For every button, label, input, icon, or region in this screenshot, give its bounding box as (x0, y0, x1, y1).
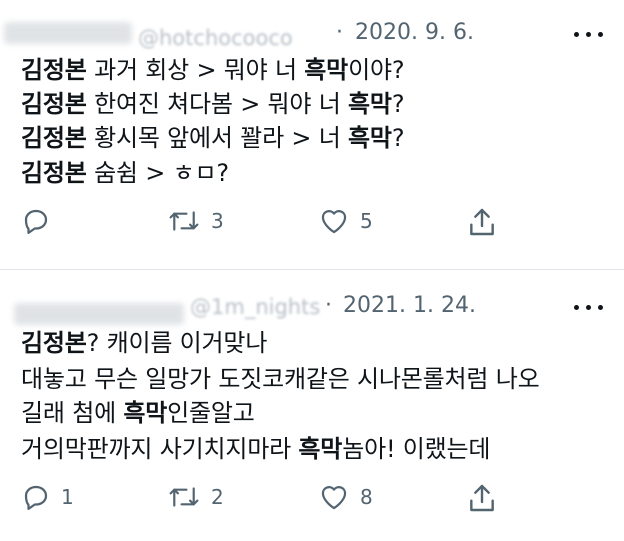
share-button[interactable] (466, 482, 498, 514)
retweet-icon (169, 211, 199, 231)
blurred-user-name (4, 22, 132, 44)
like-count: 5 (360, 209, 373, 233)
tweet-text-line: 거의막판까지 사기치지마라 흑막놈아! 이랬는데 (21, 431, 491, 467)
like-button[interactable]: 5 (318, 206, 373, 236)
more-icon[interactable] (572, 22, 606, 46)
text-segment: 대놓고 무슨 일망가 도짓코캐같은 시나몬롤처럼 나오 (21, 365, 540, 393)
reply-icon (24, 485, 48, 510)
tweet-actions: 3 5 (0, 206, 624, 246)
share-icon (470, 208, 494, 236)
text-segment: 인줄알고 (167, 399, 255, 427)
bold-text-segment: 흑막 (348, 90, 392, 118)
tweet-header: @hotchocooco · 2020. 9. 6. (0, 12, 624, 52)
retweet-icon (169, 487, 199, 507)
bold-text-segment: 흑막 (304, 56, 349, 84)
reply-count: 1 (61, 485, 74, 509)
retweet-button[interactable]: 2 (167, 482, 224, 512)
bold-text-segment: 흑막 (348, 124, 392, 152)
divider (0, 269, 624, 270)
heart-icon (321, 210, 347, 234)
user-handle[interactable]: @1m_nights (190, 295, 320, 319)
text-segment: 과거 회상 > 뭐야 너 (86, 56, 305, 84)
tweet-date[interactable]: 2021. 1. 24. (343, 293, 476, 318)
text-segment: ? (391, 90, 405, 118)
text-segment: 놈아! 이랬는데 (342, 435, 491, 463)
bold-text-segment: 흑막 (298, 435, 343, 463)
bold-text-segment: 흑막 (123, 399, 168, 427)
share-button[interactable] (466, 206, 498, 238)
tweet-text-line: 김정본 황시목 앞에서 꽐라 > 너 흑막? (21, 120, 405, 156)
tweet-text-line: 김정본 한여진 쳐다봄 > 뭐야 너 흑막? (21, 86, 405, 122)
retweet-count: 2 (211, 485, 224, 509)
reply-button[interactable]: 1 (21, 482, 74, 512)
text-segment: 황시목 앞에서 꽐라 > 너 (86, 124, 349, 152)
like-button[interactable]: 8 (318, 482, 373, 512)
text-segment: 한여진 쳐다봄 > 뭐야 너 (86, 90, 349, 118)
bold-text-segment: 김정본 (21, 56, 87, 84)
tweet-text-line: 김정본? 캐이름 이거맞나 (21, 325, 267, 361)
reply-button[interactable] (21, 206, 61, 236)
separator: · (336, 20, 343, 45)
share-icon (470, 484, 494, 512)
tweet-text-line: 김정본 숨쉼 > ㅎㅁ? (21, 155, 229, 191)
retweet-button[interactable]: 3 (167, 206, 224, 236)
bold-text-segment: 김정본 (21, 329, 87, 357)
reply-icon (24, 209, 48, 234)
tweet-text-line: 김정본 과거 회상 > 뭐야 너 흑막이야? (21, 52, 405, 88)
tweet[interactable]: @1m_nights · 2021. 1. 24. 김정본? 캐이름 이거맞나 … (0, 271, 624, 541)
separator: · (325, 293, 332, 318)
tweet[interactable]: @hotchocooco · 2020. 9. 6. 김정본 과거 회상 > 뭐… (0, 0, 624, 270)
tweet-text-line: 대놓고 무슨 일망가 도짓코캐같은 시나몬롤처럼 나오 (21, 361, 540, 397)
more-icon[interactable] (572, 295, 606, 319)
text-segment: 이야? (348, 56, 405, 84)
heart-icon (321, 486, 347, 510)
text-segment: 숨쉼 > ㅎㅁ? (86, 159, 229, 187)
retweet-count: 3 (211, 209, 224, 233)
user-handle[interactable]: @hotchocooco (138, 26, 293, 50)
tweet-text-line: 길래 첨에 흑막인줄알고 (21, 395, 255, 431)
tweet-date[interactable]: 2020. 9. 6. (355, 20, 474, 45)
bold-text-segment: 김정본 (21, 124, 87, 152)
bold-text-segment: 김정본 (21, 90, 87, 118)
tweet-actions: 1 2 8 (0, 482, 624, 522)
blurred-user-name (14, 303, 184, 325)
text-segment: ? (391, 124, 405, 152)
text-segment: ? 캐이름 이거맞나 (86, 329, 268, 357)
like-count: 8 (360, 485, 373, 509)
bold-text-segment: 김정본 (21, 159, 87, 187)
text-segment: 거의막판까지 사기치지마라 (21, 435, 299, 463)
text-segment: 길래 첨에 (21, 399, 124, 427)
